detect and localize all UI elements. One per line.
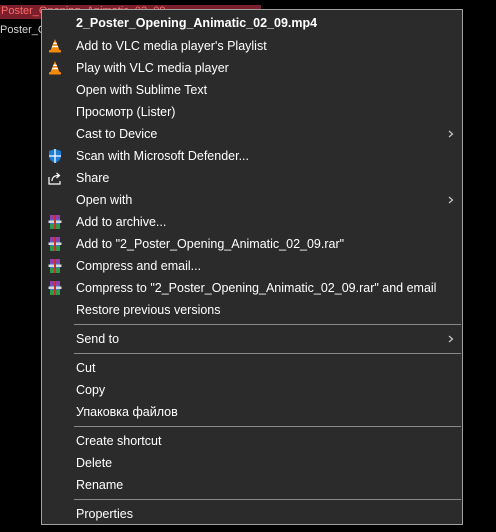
menu-item-rename[interactable]: Rename (42, 474, 462, 496)
menu-item-delete[interactable]: Delete (42, 452, 462, 474)
menu-item-lister[interactable]: Просмотр (Lister) (42, 101, 462, 123)
menu-item-compress-and-email[interactable]: Compress and email... (42, 255, 462, 277)
menu-item-label: Compress and email... (76, 259, 202, 273)
chevron-right-icon (446, 126, 456, 142)
menu-item-copy[interactable]: Copy (42, 379, 462, 401)
menu-item-label: Add to "2_Poster_Opening_Animatic_02_09.… (76, 237, 345, 251)
menu-item-open-with-sublime[interactable]: Open with Sublime Text (42, 79, 462, 101)
file-label[interactable]: Poster_O (0, 24, 46, 37)
chevron-right-icon (446, 192, 456, 208)
menu-item-label: Просмотр (Lister) (76, 105, 176, 119)
menu-item-cast-to-device[interactable]: Cast to Device (42, 123, 462, 145)
menu-separator (74, 426, 461, 427)
menu-item-label: Cut (76, 361, 96, 375)
share-icon (47, 170, 63, 186)
menu-item-scan-defender[interactable]: Scan with Microsoft Defender... (42, 145, 462, 167)
menu-item-label: Copy (76, 383, 106, 397)
menu-title-item[interactable]: 2_Poster_Opening_Animatic_02_09.mp4 (42, 12, 462, 34)
vlc-cone-icon (47, 38, 63, 54)
menu-item-label: Rename (76, 478, 124, 492)
menu-item-label: Create shortcut (76, 434, 162, 448)
menu-item-label: Упаковка файлов (76, 405, 178, 419)
chevron-right-icon (446, 331, 456, 347)
menu-separator (74, 324, 461, 325)
menu-item-label: Share (76, 171, 110, 185)
menu-title-label: 2_Poster_Opening_Animatic_02_09.mp4 (76, 16, 318, 30)
winrar-icon (47, 258, 63, 274)
menu-item-open-with[interactable]: Open with (42, 189, 462, 211)
menu-item-label: Delete (76, 456, 113, 470)
menu-item-add-to-archive[interactable]: Add to archive... (42, 211, 462, 233)
menu-item-play-with-vlc[interactable]: Play with VLC media player (42, 57, 462, 79)
menu-item-label: Scan with Microsoft Defender... (76, 149, 249, 163)
menu-item-label: Compress to "2_Poster_Opening_Animatic_0… (76, 281, 437, 295)
menu-item-label: Open with Sublime Text (76, 83, 208, 97)
menu-separator (74, 499, 461, 500)
menu-item-create-shortcut[interactable]: Create shortcut (42, 430, 462, 452)
menu-item-cut[interactable]: Cut (42, 357, 462, 379)
menu-item-label: Properties (76, 507, 133, 521)
menu-item-properties[interactable]: Properties (42, 503, 462, 525)
menu-item-restore-previous-versions[interactable]: Restore previous versions (42, 299, 462, 321)
menu-item-label: Restore previous versions (76, 303, 221, 317)
menu-item-pack-files[interactable]: Упаковка файлов (42, 401, 462, 423)
menu-item-share[interactable]: Share (42, 167, 462, 189)
menu-item-label: Cast to Device (76, 127, 158, 141)
menu-item-add-to-vlc-playlist[interactable]: Add to VLC media player's Playlist (42, 35, 462, 57)
menu-item-label: Add to archive... (76, 215, 167, 229)
winrar-icon (47, 280, 63, 296)
menu-item-label: Open with (76, 193, 133, 207)
vlc-cone-icon (47, 60, 63, 76)
menu-item-label: Add to VLC media player's Playlist (76, 39, 267, 53)
menu-item-label: Play with VLC media player (76, 61, 229, 75)
menu-item-compress-to-rar-and-email[interactable]: Compress to "2_Poster_Opening_Animatic_0… (42, 277, 462, 299)
menu-item-add-to-rar[interactable]: Add to "2_Poster_Opening_Animatic_02_09.… (42, 233, 462, 255)
menu-item-label: Send to (76, 332, 120, 346)
context-menu: 2_Poster_Opening_Animatic_02_09.mp4 Add … (41, 9, 463, 525)
winrar-icon (47, 214, 63, 230)
menu-separator (74, 353, 461, 354)
winrar-icon (47, 236, 63, 252)
menu-item-send-to[interactable]: Send to (42, 328, 462, 350)
defender-shield-icon (47, 148, 63, 164)
